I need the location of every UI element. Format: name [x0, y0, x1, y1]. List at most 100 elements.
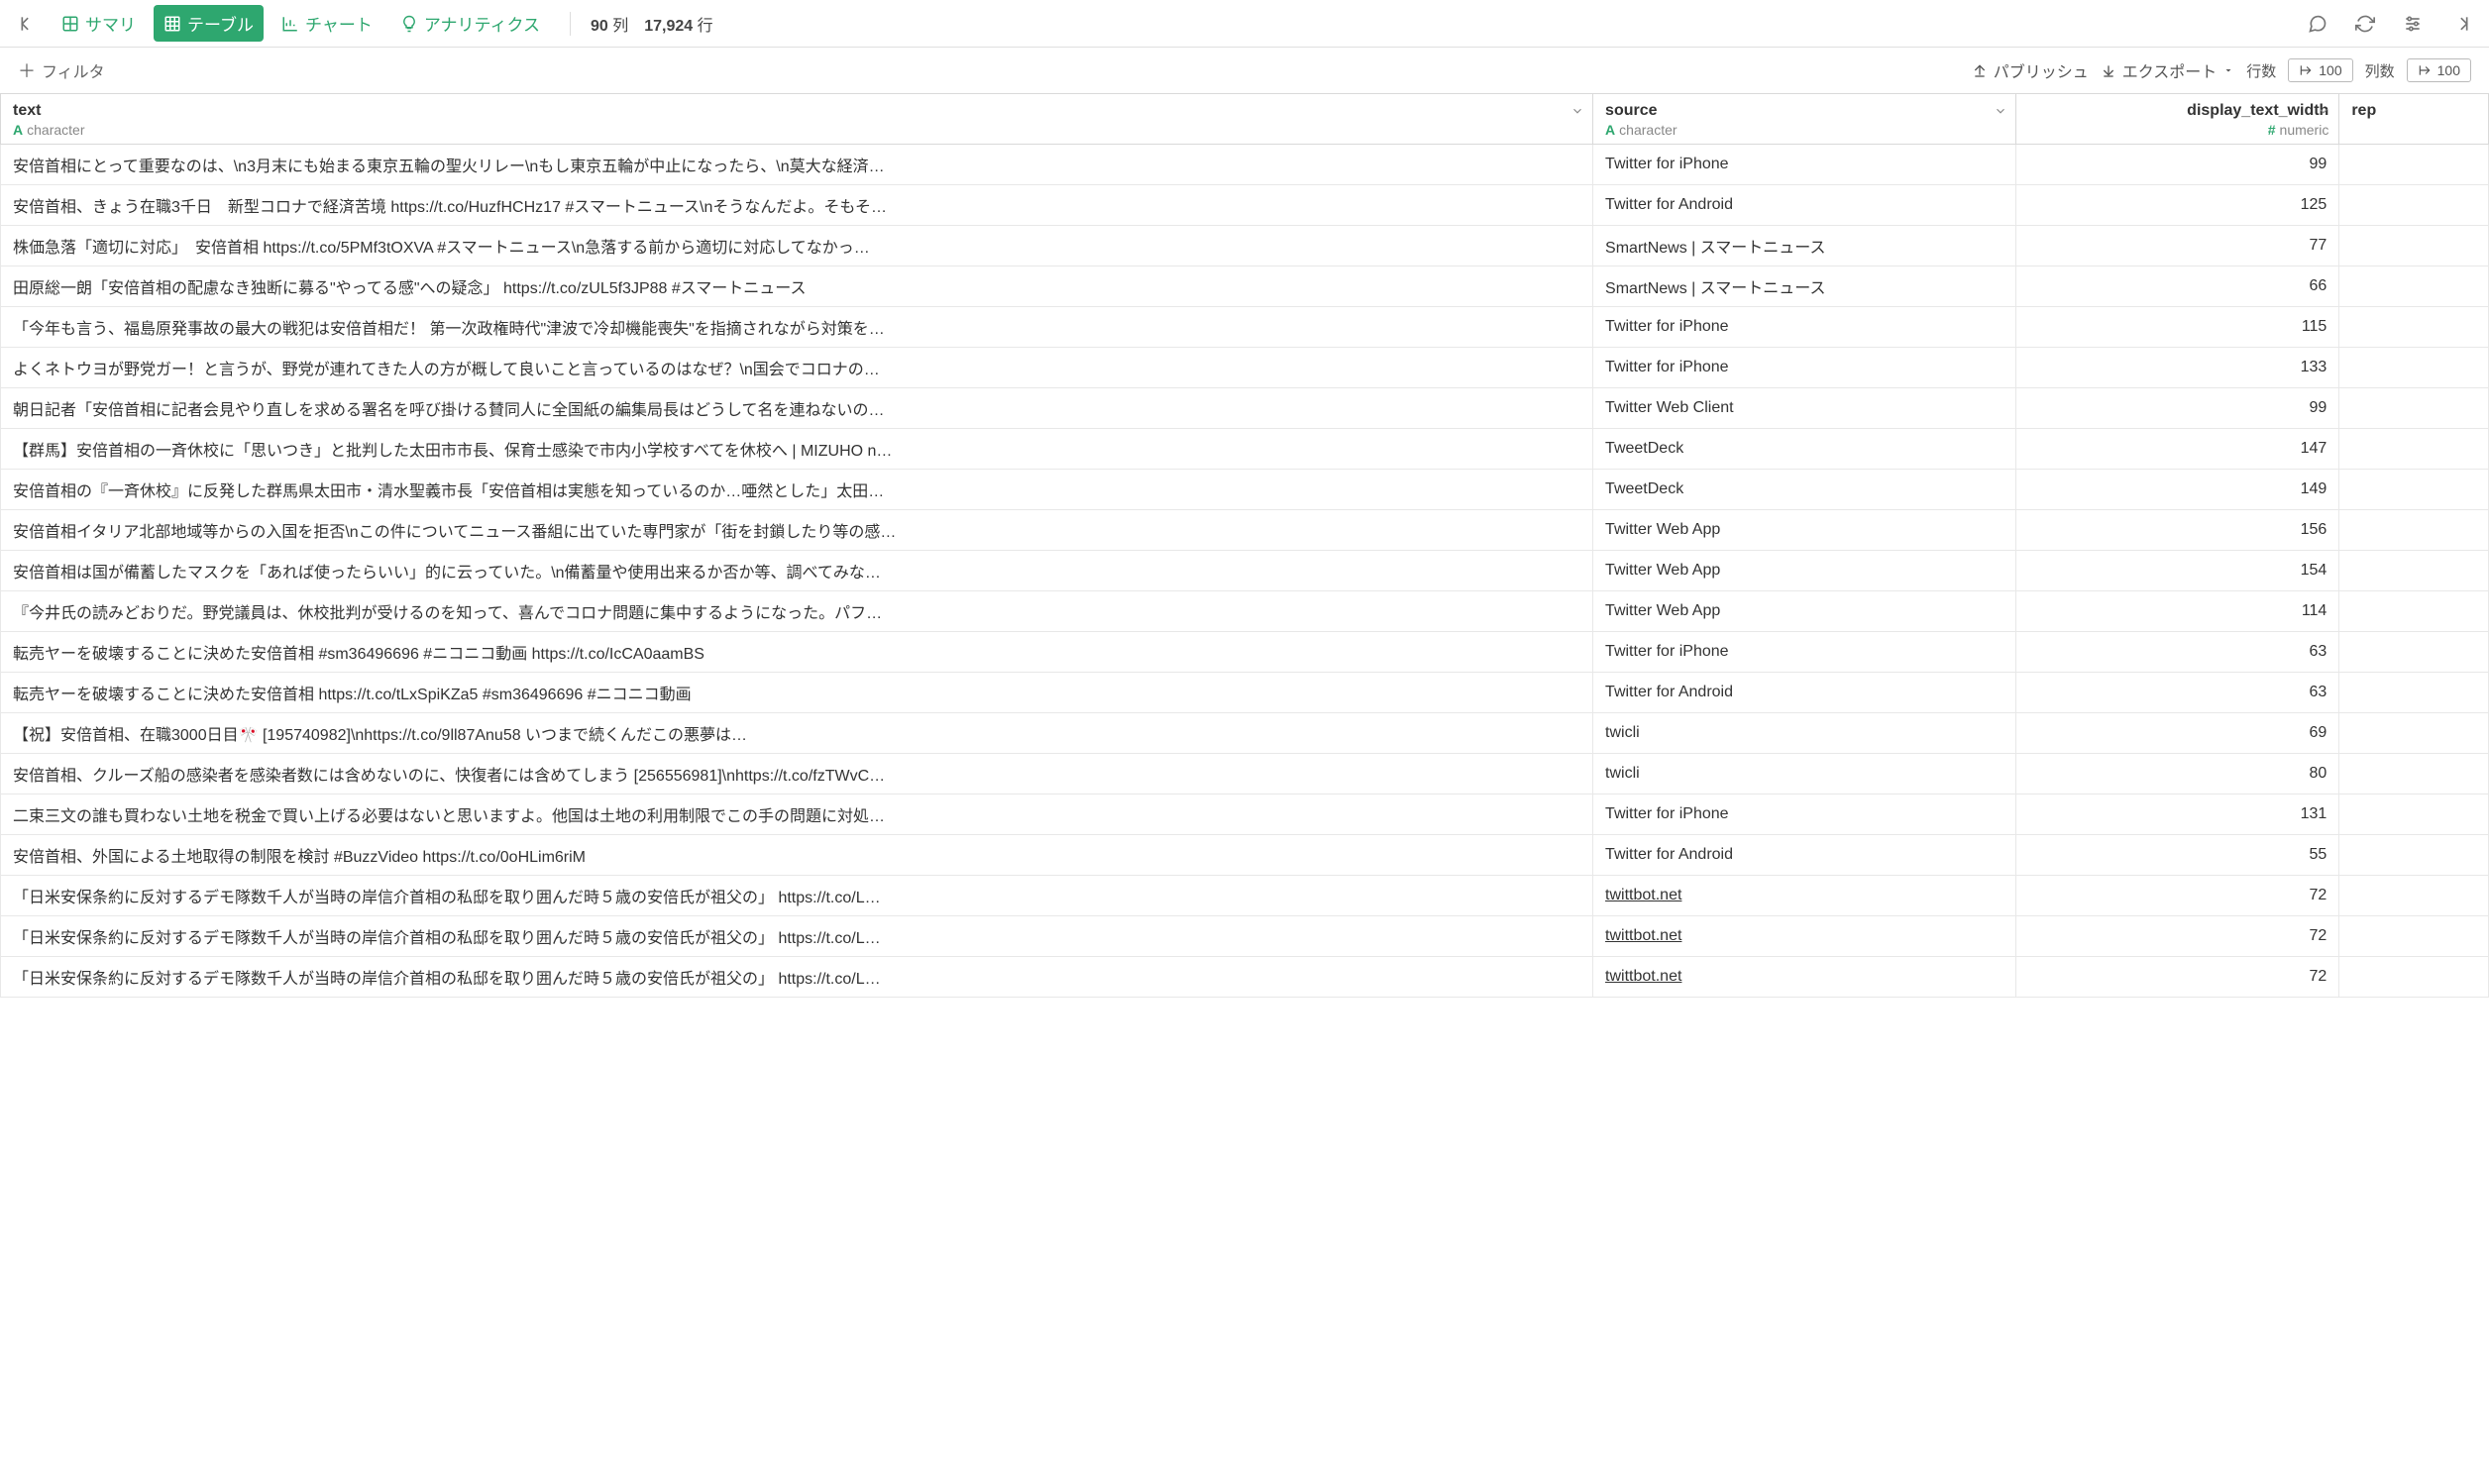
collapse-icon[interactable]: [2445, 9, 2475, 39]
col-header-text[interactable]: text Acharacter: [1, 94, 1593, 145]
cell-text[interactable]: 安倍首相は国が備蓄したマスクを「あれば使ったらいい」的に云っていた。\n備蓄量や…: [1, 551, 1593, 591]
source-link[interactable]: twittbot.net: [1605, 968, 1681, 985]
cell-width[interactable]: 99: [2015, 145, 2338, 185]
cell-width[interactable]: 63: [2015, 632, 2338, 673]
cols-count-box[interactable]: 100: [2407, 58, 2471, 82]
cell-source[interactable]: Twitter for iPhone: [1593, 632, 2016, 673]
table-row[interactable]: 安倍首相、きょう在職3千日 新型コロナで経済苦境 https://t.co/Hu…: [1, 185, 2489, 226]
cell-rep[interactable]: [2339, 713, 2489, 754]
cell-text[interactable]: 【群馬】安倍首相の一斉休校に「思いつき」と批判した太田市市長、保育士感染で市内小…: [1, 429, 1593, 470]
cell-source[interactable]: Twitter for iPhone: [1593, 795, 2016, 835]
cell-source[interactable]: SmartNews | スマートニュース: [1593, 266, 2016, 307]
cell-rep[interactable]: [2339, 632, 2489, 673]
export-button[interactable]: エクスポート: [2101, 58, 2235, 82]
cell-text[interactable]: 安倍首相にとって重要なのは、\n3月末にも始まる東京五輪の聖火リレー\nもし東京…: [1, 145, 1593, 185]
cell-width[interactable]: 72: [2015, 957, 2338, 998]
cell-width[interactable]: 63: [2015, 673, 2338, 713]
source-link[interactable]: twittbot.net: [1605, 927, 1681, 944]
cell-source[interactable]: TweetDeck: [1593, 429, 2016, 470]
table-row[interactable]: 安倍首相の『一斉休校』に反発した群馬県太田市・清水聖義市長「安倍首相は実態を知っ…: [1, 470, 2489, 510]
cell-rep[interactable]: [2339, 348, 2489, 388]
table-row[interactable]: 「日米安保条約に反対するデモ隊数千人が当時の岸信介首相の私邸を取り囲んだ時５歳の…: [1, 957, 2489, 998]
table-row[interactable]: 「今年も言う、福島原発事故の最大の戦犯は安倍首相だ！ 第一次政権時代"津波で冷却…: [1, 307, 2489, 348]
cell-text[interactable]: 「日米安保条約に反対するデモ隊数千人が当時の岸信介首相の私邸を取り囲んだ時５歳の…: [1, 957, 1593, 998]
cell-text[interactable]: 安倍首相イタリア北部地域等からの入国を拒否\nこの件についてニュース番組に出てい…: [1, 510, 1593, 551]
cell-rep[interactable]: [2339, 876, 2489, 916]
cell-source[interactable]: Twitter for Android: [1593, 185, 2016, 226]
tab-analytics[interactable]: アナリティクス: [390, 5, 550, 42]
cell-width[interactable]: 131: [2015, 795, 2338, 835]
cell-text[interactable]: 転売ヤーを破壊することに決めた安倍首相 #sm36496696 #ニコニコ動画 …: [1, 632, 1593, 673]
col-header-source[interactable]: source Acharacter: [1593, 94, 2016, 145]
col-header-rep[interactable]: rep: [2339, 94, 2489, 145]
rows-count-box[interactable]: 100: [2288, 58, 2352, 82]
filter-button[interactable]: ＋ フィルタ: [18, 57, 105, 83]
cell-text[interactable]: 転売ヤーを破壊することに決めた安倍首相 https://t.co/tLxSpiK…: [1, 673, 1593, 713]
cell-source[interactable]: Twitter Web App: [1593, 551, 2016, 591]
cell-source[interactable]: twicli: [1593, 754, 2016, 795]
cell-text[interactable]: 『今井氏の読みどおりだ。野党議員は、休校批判が受けるのを知って、喜んでコロナ問題…: [1, 591, 1593, 632]
cell-text[interactable]: 「日米安保条約に反対するデモ隊数千人が当時の岸信介首相の私邸を取り囲んだ時５歳の…: [1, 876, 1593, 916]
source-link[interactable]: twittbot.net: [1605, 887, 1681, 903]
cell-width[interactable]: 72: [2015, 916, 2338, 957]
table-row[interactable]: 安倍首相、外国による土地取得の制限を検討 #BuzzVideo https://…: [1, 835, 2489, 876]
table-row[interactable]: 田原総一朗「安倍首相の配慮なき独断に募る"やってる感"への疑念」 https:/…: [1, 266, 2489, 307]
cell-source[interactable]: Twitter for iPhone: [1593, 307, 2016, 348]
col-header-width[interactable]: display_text_width #numeric: [2015, 94, 2338, 145]
table-row[interactable]: 安倍首相イタリア北部地域等からの入国を拒否\nこの件についてニュース番組に出てい…: [1, 510, 2489, 551]
cell-width[interactable]: 115: [2015, 307, 2338, 348]
cell-text[interactable]: 二束三文の誰も買わない土地を税金で買い上げる必要はないと思いますよ。他国は土地の…: [1, 795, 1593, 835]
table-wrap[interactable]: text Acharacter source Acharacter displa…: [0, 93, 2489, 1484]
chevron-down-icon[interactable]: [1570, 104, 1584, 118]
cell-width[interactable]: 99: [2015, 388, 2338, 429]
cell-rep[interactable]: [2339, 510, 2489, 551]
table-row[interactable]: 転売ヤーを破壊することに決めた安倍首相 https://t.co/tLxSpiK…: [1, 673, 2489, 713]
cell-rep[interactable]: [2339, 145, 2489, 185]
settings-icon[interactable]: [2398, 9, 2428, 39]
cell-width[interactable]: 80: [2015, 754, 2338, 795]
back-icon[interactable]: [14, 9, 44, 39]
cell-text[interactable]: 「今年も言う、福島原発事故の最大の戦犯は安倍首相だ！ 第一次政権時代"津波で冷却…: [1, 307, 1593, 348]
table-row[interactable]: 安倍首相は国が備蓄したマスクを「あれば使ったらいい」的に云っていた。\n備蓄量や…: [1, 551, 2489, 591]
table-row[interactable]: 「日米安保条約に反対するデモ隊数千人が当時の岸信介首相の私邸を取り囲んだ時５歳の…: [1, 876, 2489, 916]
cell-width[interactable]: 66: [2015, 266, 2338, 307]
cell-source[interactable]: twicli: [1593, 713, 2016, 754]
tab-table[interactable]: テーブル: [154, 5, 264, 42]
table-row[interactable]: 株価急落「適切に対応」 安倍首相 https://t.co/5PMf3tOXVA…: [1, 226, 2489, 266]
cell-source[interactable]: Twitter for iPhone: [1593, 348, 2016, 388]
cell-rep[interactable]: [2339, 835, 2489, 876]
table-row[interactable]: 二束三文の誰も買わない土地を税金で買い上げる必要はないと思いますよ。他国は土地の…: [1, 795, 2489, 835]
cell-rep[interactable]: [2339, 226, 2489, 266]
comment-icon[interactable]: [2303, 9, 2332, 39]
cell-text[interactable]: 株価急落「適切に対応」 安倍首相 https://t.co/5PMf3tOXVA…: [1, 226, 1593, 266]
table-row[interactable]: 安倍首相、クルーズ船の感染者を感染者数には含めないのに、快復者には含めてしまう …: [1, 754, 2489, 795]
cell-text[interactable]: 朝日記者「安倍首相に記者会見やり直しを求める署名を呼び掛ける賛同人に全国紙の編集…: [1, 388, 1593, 429]
cell-text[interactable]: 安倍首相の『一斉休校』に反発した群馬県太田市・清水聖義市長「安倍首相は実態を知っ…: [1, 470, 1593, 510]
cell-rep[interactable]: [2339, 266, 2489, 307]
cell-width[interactable]: 77: [2015, 226, 2338, 266]
cell-width[interactable]: 125: [2015, 185, 2338, 226]
cell-width[interactable]: 114: [2015, 591, 2338, 632]
chevron-down-icon[interactable]: [2317, 104, 2330, 118]
cell-source[interactable]: TweetDeck: [1593, 470, 2016, 510]
cell-rep[interactable]: [2339, 795, 2489, 835]
cell-rep[interactable]: [2339, 957, 2489, 998]
cell-rep[interactable]: [2339, 673, 2489, 713]
publish-button[interactable]: パブリッシュ: [1972, 58, 2089, 82]
table-row[interactable]: 安倍首相にとって重要なのは、\n3月末にも始まる東京五輪の聖火リレー\nもし東京…: [1, 145, 2489, 185]
cell-source[interactable]: Twitter for Android: [1593, 673, 2016, 713]
cell-text[interactable]: 「日米安保条約に反対するデモ隊数千人が当時の岸信介首相の私邸を取り囲んだ時５歳の…: [1, 916, 1593, 957]
cell-text[interactable]: 安倍首相、きょう在職3千日 新型コロナで経済苦境 https://t.co/Hu…: [1, 185, 1593, 226]
chevron-down-icon[interactable]: [1994, 104, 2007, 118]
cell-text[interactable]: 【祝】安倍首相、在職3000日目🎌 [195740982]\nhttps://t…: [1, 713, 1593, 754]
cell-width[interactable]: 55: [2015, 835, 2338, 876]
table-row[interactable]: 【群馬】安倍首相の一斉休校に「思いつき」と批判した太田市市長、保育士感染で市内小…: [1, 429, 2489, 470]
cell-text[interactable]: 安倍首相、外国による土地取得の制限を検討 #BuzzVideo https://…: [1, 835, 1593, 876]
cell-source[interactable]: twittbot.net: [1593, 957, 2016, 998]
cell-rep[interactable]: [2339, 551, 2489, 591]
cell-width[interactable]: 69: [2015, 713, 2338, 754]
cell-source[interactable]: twittbot.net: [1593, 876, 2016, 916]
cell-source[interactable]: twittbot.net: [1593, 916, 2016, 957]
table-row[interactable]: よくネトウヨが野党ガー！と言うが、野党が連れてきた人の方が概して良いこと言ってい…: [1, 348, 2489, 388]
cell-rep[interactable]: [2339, 591, 2489, 632]
